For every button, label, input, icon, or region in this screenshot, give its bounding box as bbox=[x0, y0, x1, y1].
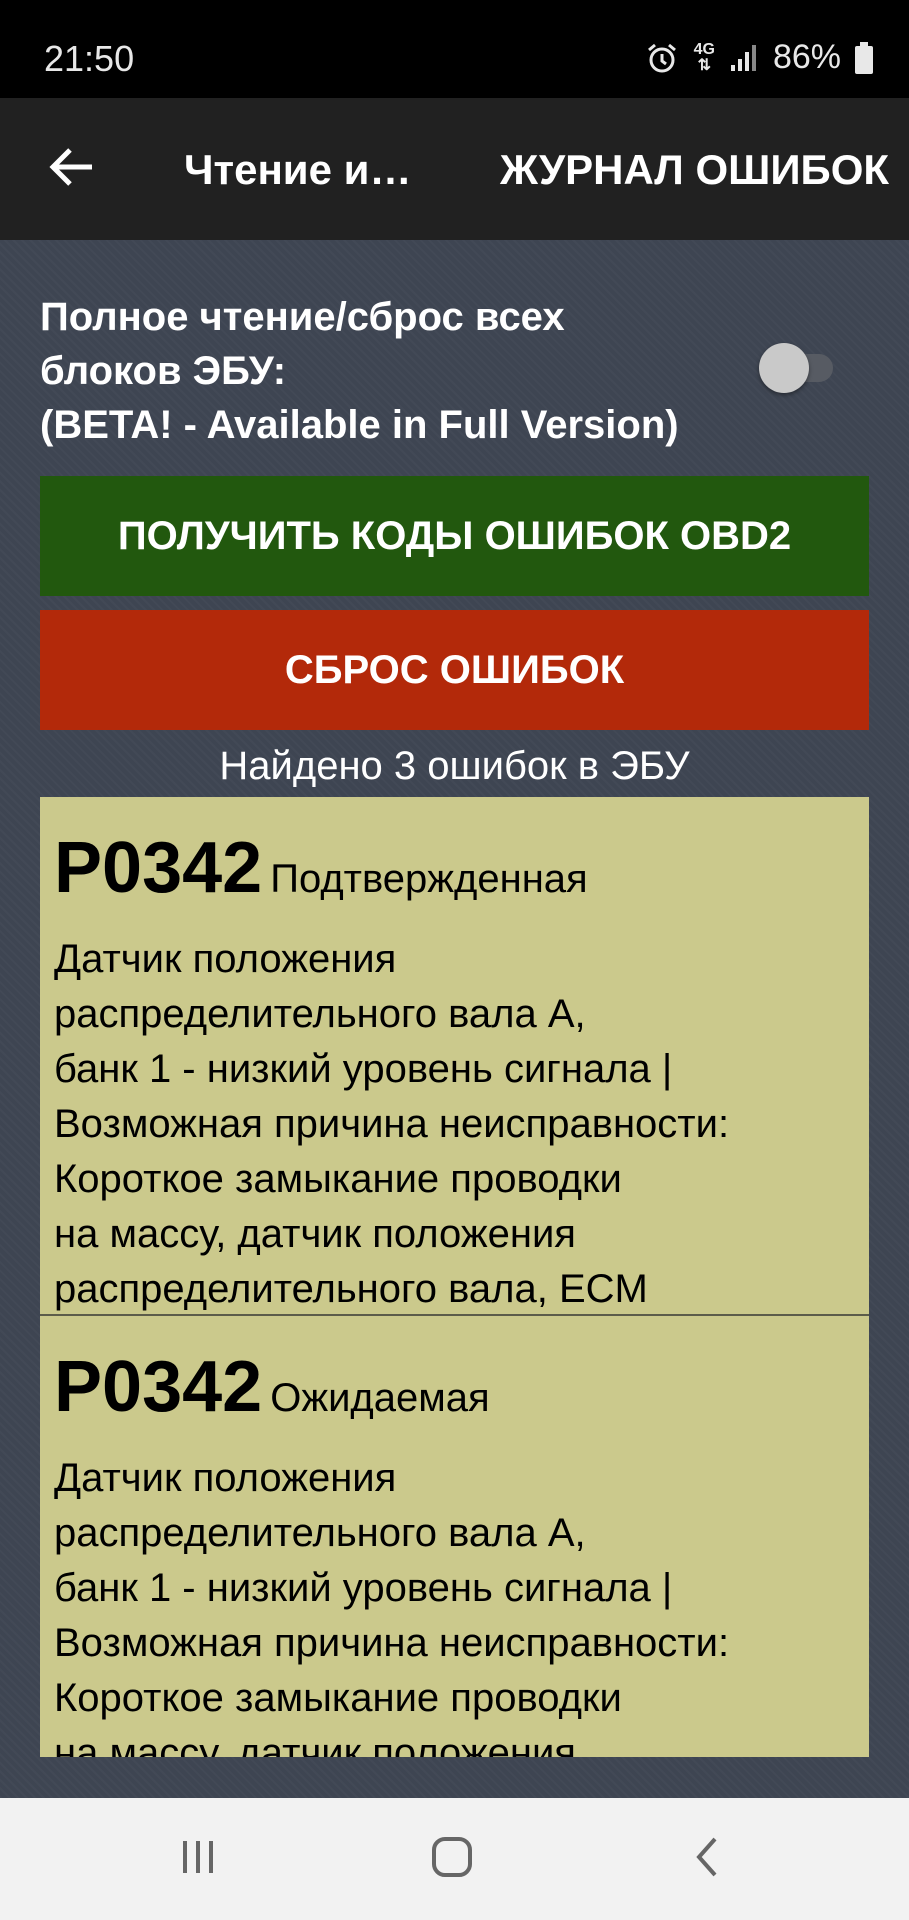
app-toolbar: Чтение и… ЖУРНАЛ ОШИБОК bbox=[0, 98, 909, 240]
home-icon bbox=[430, 1835, 474, 1884]
full-read-line: (BETA! - Available in Full Version) bbox=[40, 403, 679, 447]
description-line: на массу, датчик положения bbox=[54, 1212, 576, 1256]
errors-found-summary: Найдено 3 ошибок в ЭБУ bbox=[219, 744, 690, 788]
nav-back-button[interactable] bbox=[666, 1826, 746, 1892]
recents-button[interactable] bbox=[158, 1826, 238, 1892]
error-description: Датчик положения распределительного вала… bbox=[54, 1451, 864, 1757]
error-code: P0342 bbox=[54, 1347, 263, 1427]
full-read-label: Полное чтение/сброс всех блоков ЭБУ: (BE… bbox=[40, 290, 760, 452]
back-button[interactable] bbox=[36, 138, 106, 200]
description-line: Возможная причина неисправности: bbox=[54, 1621, 730, 1665]
error-log-button[interactable]: ЖУРНАЛ ОШИБОК bbox=[500, 146, 889, 194]
error-card[interactable]: P0342 Подтвержденная Датчик положения рас… bbox=[40, 797, 869, 1314]
alarm-icon bbox=[644, 40, 680, 76]
signal-icon bbox=[729, 43, 759, 73]
full-read-line: блоков ЭБУ: bbox=[40, 349, 287, 393]
description-line: Датчик положения bbox=[54, 937, 397, 981]
description-line: Короткое замыкание проводки bbox=[54, 1157, 622, 1201]
get-obd2-codes-button[interactable]: ПОЛУЧИТЬ КОДЫ ОШИБОК OBD2 bbox=[40, 476, 869, 596]
error-header: P0342 Подтвержденная bbox=[54, 827, 588, 909]
toolbar-title: Чтение и… bbox=[184, 146, 412, 193]
network-type-label: 4G bbox=[693, 40, 715, 58]
chevron-left-icon bbox=[691, 1835, 721, 1884]
description-line: распределительного вала, ECM bbox=[54, 1267, 648, 1311]
battery-level: 86% bbox=[772, 38, 841, 76]
main-content: Полное чтение/сброс всех блоков ЭБУ: (BE… bbox=[0, 240, 909, 1798]
description-line: на массу, датчик положения bbox=[54, 1731, 576, 1757]
status-icons: 4G ⇅ 86% bbox=[644, 38, 873, 77]
error-code: P0342 bbox=[54, 828, 263, 908]
error-card[interactable]: P0342 Ожидаемая Датчик положения распреде… bbox=[40, 1314, 869, 1757]
network-type-icon: 4G ⇅ bbox=[693, 40, 715, 74]
recents-icon bbox=[178, 1837, 218, 1882]
error-status: Подтвержденная bbox=[270, 857, 588, 901]
error-description: Датчик положения распределительного вала… bbox=[54, 932, 864, 1317]
toggle-thumb bbox=[759, 343, 809, 393]
status-time: 21:50 bbox=[44, 38, 135, 79]
description-line: Датчик положения bbox=[54, 1456, 397, 1500]
home-button[interactable] bbox=[412, 1826, 492, 1892]
reset-errors-button[interactable]: СБРОС ОШИБОК bbox=[40, 610, 869, 730]
arrow-left-icon bbox=[48, 146, 94, 193]
description-line: банк 1 - низкий уровень сигнала | bbox=[54, 1047, 673, 1091]
full-read-toggle[interactable] bbox=[755, 340, 847, 396]
error-status: Ожидаемая bbox=[270, 1376, 490, 1420]
system-nav-bar bbox=[0, 1798, 909, 1920]
error-header: P0342 Ожидаемая bbox=[54, 1346, 490, 1428]
description-line: Короткое замыкание проводки bbox=[54, 1676, 622, 1720]
description-line: распределительного вала A, bbox=[54, 1511, 586, 1555]
full-read-line: Полное чтение/сброс всех bbox=[40, 295, 565, 339]
description-line: Возможная причина неисправности: bbox=[54, 1102, 730, 1146]
description-line: банк 1 - низкий уровень сигнала | bbox=[54, 1566, 673, 1610]
battery-icon bbox=[855, 41, 873, 74]
status-bar: 21:50 4G ⇅ 86% bbox=[0, 0, 909, 98]
error-list[interactable]: P0342 Подтвержденная Датчик положения рас… bbox=[40, 797, 869, 1757]
description-line: распределительного вала A, bbox=[54, 992, 586, 1036]
